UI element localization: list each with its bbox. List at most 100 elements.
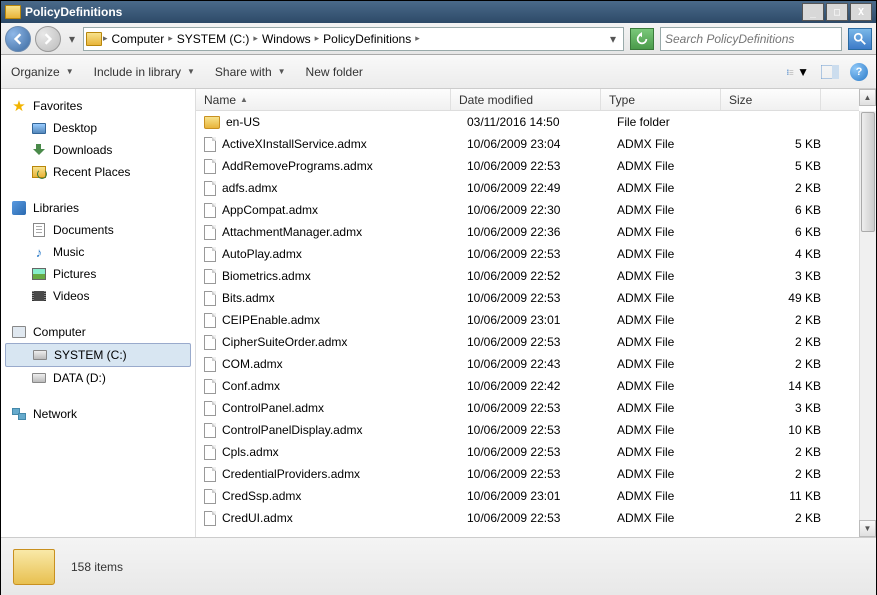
organize-menu[interactable]: Organize▼ — [9, 61, 76, 83]
breadcrumb-windows[interactable]: Windows — [259, 32, 314, 46]
history-dropdown[interactable]: ▾ — [65, 29, 79, 49]
downloads-icon — [31, 142, 47, 158]
column-size[interactable]: Size — [721, 89, 821, 110]
file-date: 10/06/2009 22:43 — [459, 357, 609, 371]
nav-pictures[interactable]: Pictures — [5, 263, 191, 285]
nav-recent-places[interactable]: Recent Places — [5, 161, 191, 183]
file-date: 10/06/2009 22:53 — [459, 511, 609, 525]
scrollbar-thumb[interactable] — [861, 112, 875, 232]
nav-desktop[interactable]: Desktop — [5, 117, 191, 139]
chevron-right-icon[interactable]: ▸ — [414, 33, 421, 44]
nav-system-c[interactable]: SYSTEM (C:) — [5, 343, 191, 367]
back-button[interactable] — [5, 26, 31, 52]
status-bar: 158 items — [1, 537, 876, 595]
file-type: ADMX File — [609, 313, 729, 327]
scroll-up-button[interactable]: ▲ — [859, 89, 876, 106]
file-date: 03/11/2016 14:50 — [459, 115, 609, 129]
column-type[interactable]: Type — [601, 89, 721, 110]
breadcrumb-policydefinitions[interactable]: PolicyDefinitions — [320, 32, 414, 46]
preview-pane-button[interactable] — [818, 61, 842, 83]
search-button[interactable] — [848, 28, 872, 50]
file-row[interactable]: AttachmentManager.admx10/06/2009 22:36AD… — [196, 221, 859, 243]
file-row[interactable]: AutoPlay.admx10/06/2009 22:53ADMX File4 … — [196, 243, 859, 265]
file-row[interactable]: Cpls.admx10/06/2009 22:53ADMX File2 KB — [196, 441, 859, 463]
file-row[interactable]: Bits.admx10/06/2009 22:53ADMX File49 KB — [196, 287, 859, 309]
file-row[interactable]: Conf.admx10/06/2009 22:42ADMX File14 KB — [196, 375, 859, 397]
nav-downloads[interactable]: Downloads — [5, 139, 191, 161]
maximize-button[interactable]: □ — [826, 3, 848, 21]
file-row[interactable]: ControlPanelDisplay.admx10/06/2009 22:53… — [196, 419, 859, 441]
nav-data-d[interactable]: DATA (D:) — [5, 367, 191, 389]
libraries-header[interactable]: Libraries — [5, 197, 191, 219]
sort-asc-icon: ▲ — [240, 95, 248, 104]
file-name: AddRemovePrograms.admx — [222, 159, 373, 173]
column-name[interactable]: Name▲ — [196, 89, 451, 110]
address-bar[interactable]: ▸ Computer ▸ SYSTEM (C:) ▸ Windows ▸ Pol… — [83, 27, 624, 51]
file-date: 10/06/2009 22:53 — [459, 159, 609, 173]
file-row[interactable]: CredSsp.admx10/06/2009 23:01ADMX File11 … — [196, 485, 859, 507]
file-row[interactable]: en-US03/11/2016 14:50File folder — [196, 111, 859, 133]
file-icon — [204, 159, 216, 174]
file-row[interactable]: CredentialProviders.admx 10/06/2009 22:53… — [196, 463, 859, 485]
favorites-header[interactable]: ★Favorites — [5, 95, 191, 117]
computer-header[interactable]: Computer — [5, 321, 191, 343]
file-icon — [204, 313, 216, 328]
search-input[interactable] — [665, 32, 837, 46]
search-box[interactable] — [660, 27, 842, 51]
file-icon — [204, 401, 216, 416]
scrollbar[interactable] — [859, 111, 876, 537]
minimize-button[interactable]: _ — [802, 3, 824, 21]
file-size: 49 KB — [729, 291, 829, 305]
file-size: 3 KB — [729, 401, 829, 415]
breadcrumb-computer[interactable]: Computer — [109, 32, 168, 46]
file-size: 14 KB — [729, 379, 829, 393]
share-with-menu[interactable]: Share with▼ — [213, 61, 288, 83]
videos-icon — [31, 288, 47, 304]
help-button[interactable]: ? — [850, 63, 868, 81]
breadcrumb-system-c[interactable]: SYSTEM (C:) — [174, 32, 253, 46]
toolbar: Organize▼ Include in library▼ Share with… — [1, 55, 876, 89]
file-row[interactable]: CredUI.admx10/06/2009 22:53ADMX File2 KB — [196, 507, 859, 529]
column-date-modified[interactable]: Date modified — [451, 89, 601, 110]
file-size: 2 KB — [729, 467, 829, 481]
file-row[interactable]: ControlPanel.admx10/06/2009 22:53ADMX Fi… — [196, 397, 859, 419]
status-folder-icon — [13, 549, 55, 585]
file-size: 4 KB — [729, 247, 829, 261]
file-name: CredentialProviders.admx — [222, 467, 360, 481]
file-row[interactable]: CEIPEnable.admx10/06/2009 23:01ADMX File… — [196, 309, 859, 331]
file-size: 10 KB — [729, 423, 829, 437]
file-row[interactable]: COM.admx10/06/2009 22:43ADMX File2 KB — [196, 353, 859, 375]
file-size: 2 KB — [729, 313, 829, 327]
file-row[interactable]: CipherSuiteOrder.admx10/06/2009 22:53ADM… — [196, 331, 859, 353]
close-button[interactable]: X — [850, 3, 872, 21]
address-dropdown[interactable]: ▾ — [605, 32, 621, 46]
refresh-button[interactable] — [630, 28, 654, 50]
file-row[interactable]: AddRemovePrograms.admx10/06/2009 22:53AD… — [196, 155, 859, 177]
nav-videos[interactable]: Videos — [5, 285, 191, 307]
new-folder-button[interactable]: New folder — [304, 61, 365, 83]
include-in-library-menu[interactable]: Include in library▼ — [92, 61, 197, 83]
file-date: 10/06/2009 22:53 — [459, 467, 609, 481]
scroll-down-button[interactable]: ▼ — [859, 520, 876, 537]
file-list-area: Name▲ Date modified Type Size ▲ en-US03/… — [196, 89, 876, 537]
file-list[interactable]: en-US03/11/2016 14:50File folderActiveXI… — [196, 111, 859, 537]
file-type: ADMX File — [609, 423, 729, 437]
network-header[interactable]: Network — [5, 403, 191, 425]
file-name: AttachmentManager.admx — [222, 225, 362, 239]
file-name: Cpls.admx — [222, 445, 279, 459]
file-icon — [204, 335, 216, 350]
file-type: ADMX File — [609, 401, 729, 415]
file-date: 10/06/2009 22:53 — [459, 291, 609, 305]
nav-music[interactable]: ♪Music — [5, 241, 191, 263]
view-options-button[interactable]: ▼ — [786, 61, 810, 83]
file-row[interactable]: Biometrics.admx10/06/2009 22:52ADMX File… — [196, 265, 859, 287]
window-title: PolicyDefinitions — [25, 5, 802, 19]
file-name: ActiveXInstallService.admx — [222, 137, 367, 151]
file-name: Conf.admx — [222, 379, 280, 393]
file-row[interactable]: adfs.admx10/06/2009 22:49ADMX File2 KB — [196, 177, 859, 199]
forward-button[interactable] — [35, 26, 61, 52]
file-row[interactable]: ActiveXInstallService.admx10/06/2009 23:… — [196, 133, 859, 155]
file-size: 6 KB — [729, 203, 829, 217]
file-row[interactable]: AppCompat.admx10/06/2009 22:30ADMX File6… — [196, 199, 859, 221]
nav-documents[interactable]: Documents — [5, 219, 191, 241]
